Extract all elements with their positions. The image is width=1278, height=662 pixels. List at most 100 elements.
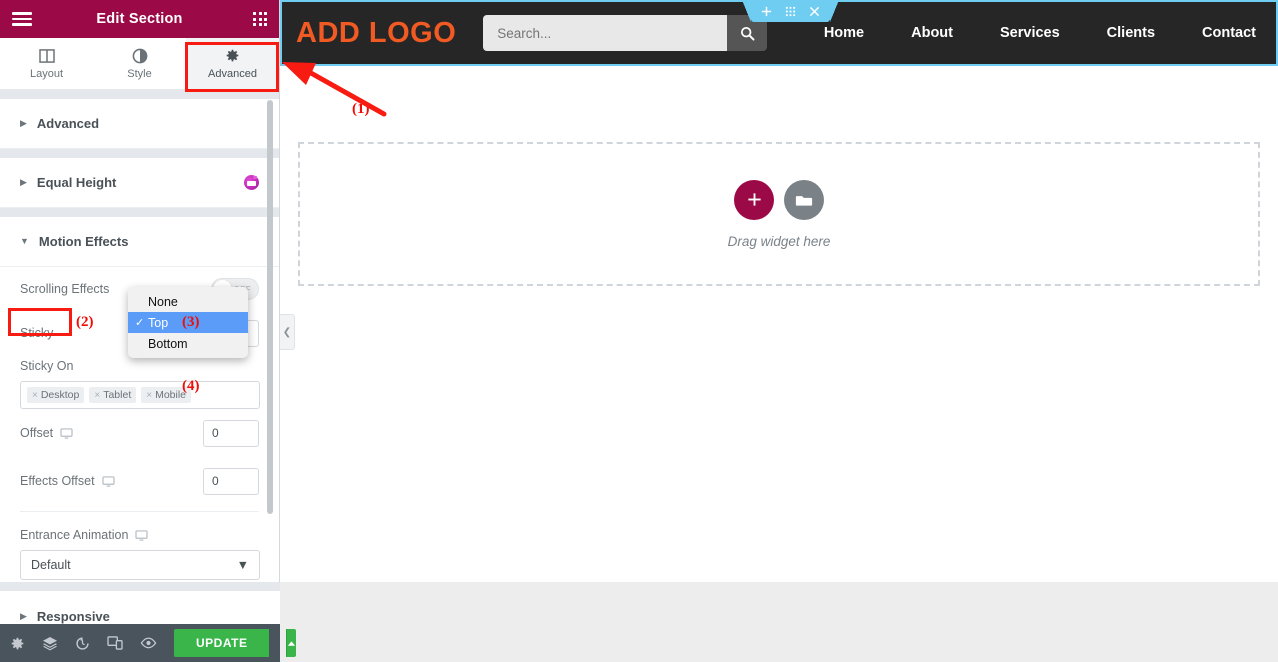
tab-advanced[interactable]: Advanced bbox=[186, 38, 279, 89]
tag-tablet-label: Tablet bbox=[103, 389, 132, 401]
nav-item-clients[interactable]: Clients bbox=[1107, 25, 1155, 41]
panel-tabs: Layout Style Advanced bbox=[0, 38, 279, 90]
entrance-animation-label: Entrance Animation bbox=[20, 528, 129, 542]
section-equal-height-label: Equal Height bbox=[36, 175, 117, 190]
drag-section-handle[interactable] bbox=[785, 6, 796, 17]
canvas-background-area bbox=[280, 582, 1278, 662]
plus-icon bbox=[761, 6, 772, 16]
tag-desktop-label: Desktop bbox=[40, 389, 80, 401]
entrance-animation-group: Entrance Animation Default ▼ bbox=[20, 518, 260, 580]
panel-gap-3 bbox=[0, 582, 280, 591]
contrast-circle-icon bbox=[132, 47, 148, 64]
settings-gear-icon[interactable] bbox=[10, 636, 25, 651]
nav-item-services[interactable]: Services bbox=[1000, 25, 1060, 41]
sticky-on-tags[interactable]: × Desktop × Tablet × Mobile bbox=[20, 381, 260, 409]
dropdown-option-top[interactable]: ✓ Top bbox=[128, 312, 248, 333]
history-revisions-icon[interactable] bbox=[75, 636, 90, 651]
nav-item-about[interactable]: About bbox=[911, 25, 953, 41]
chevron-down-icon: ▼ bbox=[20, 236, 29, 246]
section-responsive-label: Responsive bbox=[36, 608, 110, 624]
checkmark-icon: ✓ bbox=[135, 317, 145, 329]
update-options-caret[interactable] bbox=[286, 629, 297, 657]
dropdown-option-none-label: None bbox=[148, 294, 178, 309]
nav-item-contact[interactable]: Contact bbox=[1202, 25, 1256, 41]
desktop-icon[interactable] bbox=[101, 475, 115, 487]
chevron-right-icon: ▶ bbox=[20, 610, 27, 621]
section-toolbar-handle bbox=[742, 0, 839, 22]
panel-collapse-button[interactable]: ❮ bbox=[280, 314, 295, 350]
chevron-up-icon bbox=[288, 640, 296, 646]
close-x-icon[interactable]: × bbox=[32, 390, 38, 401]
section-motion-effects[interactable]: ▼ Motion Effects bbox=[0, 217, 279, 267]
delete-section-button[interactable] bbox=[809, 6, 820, 17]
tag-mobile-label: Mobile bbox=[155, 389, 187, 401]
tag-tablet[interactable]: × Tablet bbox=[89, 387, 137, 403]
grid-dots-icon bbox=[785, 6, 796, 16]
panel-gap-top bbox=[0, 90, 279, 99]
sticky-label: Sticky bbox=[20, 326, 54, 340]
effects-offset-label: Effects Offset bbox=[20, 474, 95, 488]
sticky-on-group: Sticky On × Desktop × Tablet × Mobile bbox=[20, 355, 260, 409]
controls-divider bbox=[20, 511, 259, 512]
dropdown-option-top-label: Top bbox=[148, 315, 169, 330]
site-logo: ADD LOGO bbox=[296, 16, 457, 49]
offset-input[interactable] bbox=[203, 419, 259, 447]
add-widget-button[interactable] bbox=[734, 179, 774, 220]
close-x-icon[interactable]: × bbox=[94, 390, 100, 401]
panel-title: Edit Section bbox=[96, 11, 183, 27]
plus-icon bbox=[747, 193, 761, 206]
section-advanced-label: Advanced bbox=[36, 116, 100, 131]
desktop-icon[interactable] bbox=[60, 427, 73, 439]
sticky-dropdown-menu[interactable]: None ✓ Top Bottom bbox=[128, 287, 248, 358]
grid-apps-icon[interactable] bbox=[253, 12, 267, 26]
navigator-layers-icon[interactable] bbox=[42, 636, 58, 651]
tab-style[interactable]: Style bbox=[93, 38, 186, 89]
search-icon bbox=[740, 26, 755, 40]
sticky-on-label: Sticky On bbox=[20, 359, 74, 373]
tab-layout[interactable]: Layout bbox=[0, 38, 93, 89]
dropdown-option-bottom-label: Bottom bbox=[148, 336, 188, 351]
folder-template-icon bbox=[795, 195, 813, 206]
responsive-mode-icon[interactable] bbox=[107, 636, 123, 650]
effects-offset-input[interactable] bbox=[203, 467, 259, 495]
layout-columns-icon bbox=[38, 47, 55, 64]
hamburger-menu-icon[interactable] bbox=[12, 12, 32, 26]
panel-gap-1 bbox=[0, 149, 279, 158]
add-section-button[interactable] bbox=[761, 6, 772, 17]
update-button[interactable]: UPDATE bbox=[174, 629, 270, 657]
nav-item-home[interactable]: Home bbox=[824, 25, 864, 41]
dropdown-option-none[interactable]: None bbox=[128, 291, 248, 312]
dropzone-buttons bbox=[734, 179, 824, 220]
panel-gap-2 bbox=[0, 208, 279, 217]
tab-layout-label: Layout bbox=[29, 68, 64, 80]
close-x-icon[interactable]: × bbox=[146, 390, 152, 401]
preview-eye-icon[interactable] bbox=[140, 637, 157, 649]
chevron-right-icon: ▶ bbox=[20, 118, 27, 128]
chevron-right-icon: ▶ bbox=[20, 177, 27, 187]
close-x-icon bbox=[809, 6, 820, 16]
chevron-left-icon: ❮ bbox=[282, 326, 292, 338]
tag-desktop[interactable]: × Desktop bbox=[27, 387, 85, 403]
chevron-down-icon: ▼ bbox=[236, 558, 249, 572]
editor-canvas: ADD LOGO Home About Services Clients Con… bbox=[280, 0, 1278, 662]
widget-dropzone[interactable]: Drag widget here bbox=[298, 142, 1260, 286]
tab-style-label: Style bbox=[127, 68, 152, 80]
tab-advanced-label: Advanced bbox=[208, 68, 257, 80]
section-body: Drag widget here bbox=[280, 66, 1278, 286]
search-input[interactable] bbox=[483, 15, 728, 51]
entrance-animation-value: Default bbox=[31, 558, 71, 572]
offset-row: Offset bbox=[20, 409, 259, 457]
scrolling-effects-label: Scrolling Effects bbox=[20, 282, 110, 296]
section-motion-effects-label: Motion Effects bbox=[38, 234, 129, 249]
desktop-icon[interactable] bbox=[135, 529, 149, 541]
panel-scrollbar[interactable] bbox=[267, 100, 273, 514]
add-template-button[interactable] bbox=[784, 179, 824, 220]
search-form bbox=[483, 15, 768, 51]
effects-offset-row: Effects Offset bbox=[20, 457, 259, 505]
section-equal-height[interactable]: ▶ Equal Height bbox=[0, 158, 279, 208]
primary-navigation: Home About Services Clients Contact bbox=[824, 25, 1262, 41]
dropdown-option-bottom[interactable]: Bottom bbox=[128, 333, 248, 354]
tag-mobile[interactable]: × Mobile bbox=[141, 387, 192, 403]
entrance-animation-select[interactable]: Default ▼ bbox=[20, 550, 260, 580]
section-advanced[interactable]: ▶ Advanced bbox=[0, 99, 279, 149]
